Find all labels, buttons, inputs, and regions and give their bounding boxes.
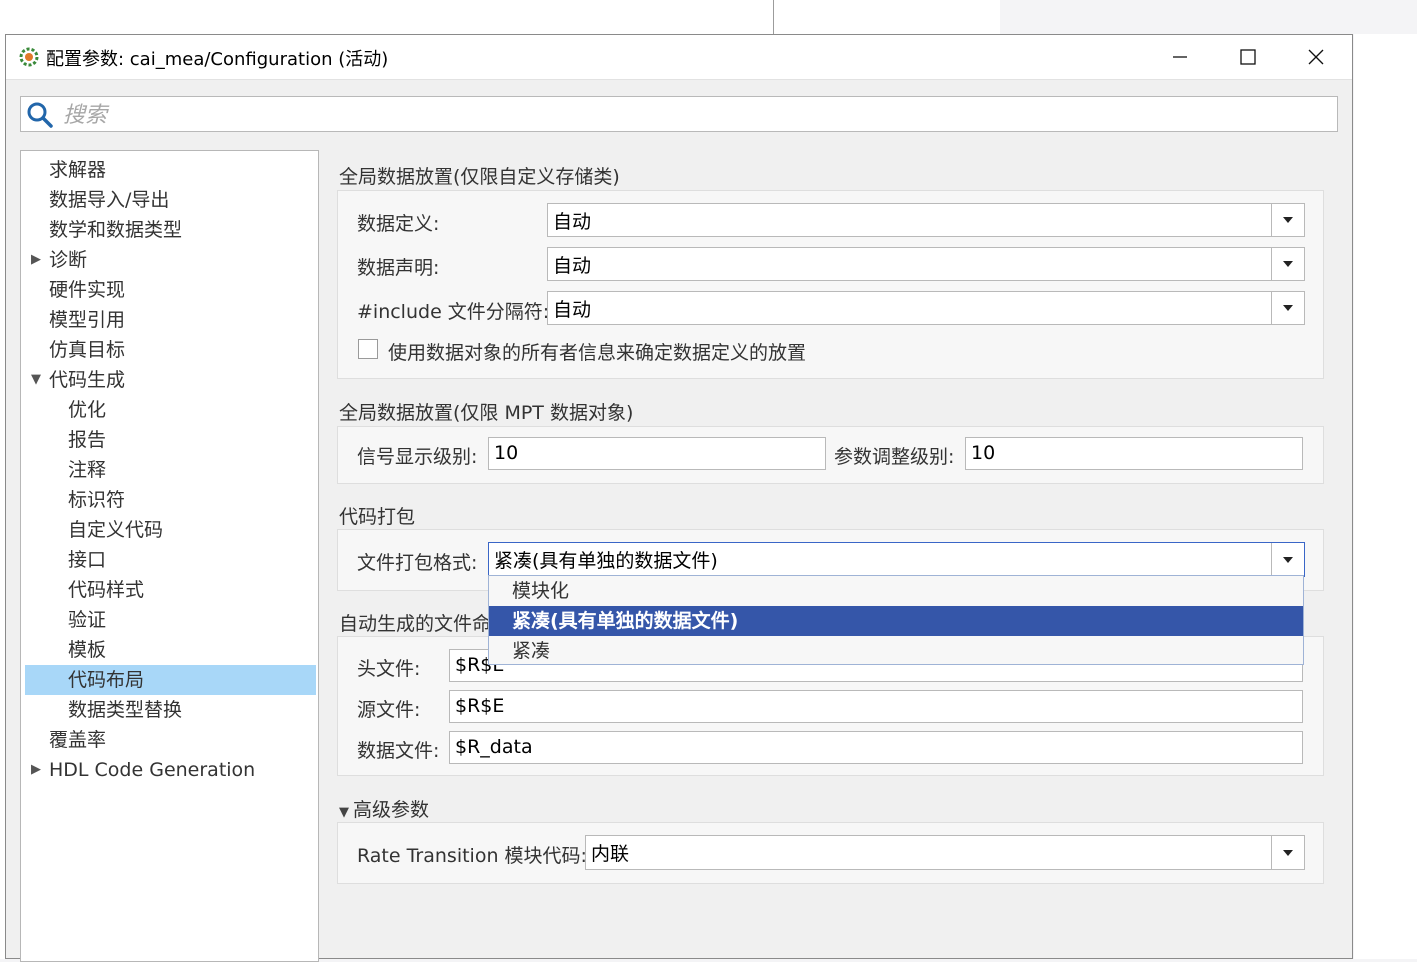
- param-level-input[interactable]: 10: [965, 437, 1303, 470]
- include-separator-label: #include 文件分隔符:: [357, 301, 550, 323]
- maximize-icon: [1240, 49, 1256, 65]
- section-title-mpt-placement: 全局数据放置(仅限 MPT 数据对象): [339, 402, 634, 424]
- background-right-area: [1354, 34, 1417, 959]
- tree-item-data-import-export[interactable]: 数据导入/导出: [25, 185, 316, 215]
- config-params-dialog: 配置参数: cai_mea/Configuration (活动) 求解器 数据导…: [5, 34, 1353, 962]
- signal-level-label: 信号显示级别:: [357, 446, 478, 468]
- section-title-global-placement: 全局数据放置(仅限自定义存储类): [339, 166, 620, 188]
- section-title-code-packaging: 代码打包: [339, 506, 416, 528]
- tree-item-code-generation[interactable]: ▼ 代码生成: [25, 365, 316, 395]
- tree-item-hardware[interactable]: 硬件实现: [25, 275, 316, 305]
- dropdown-arrow-icon[interactable]: [1271, 292, 1304, 324]
- tree-item-report[interactable]: 报告: [25, 425, 316, 455]
- tree-item-diagnostics[interactable]: ▶ 诊断: [25, 245, 316, 275]
- collapse-arrow-icon[interactable]: ▼: [339, 805, 349, 820]
- tree-item-hdl-code-generation[interactable]: ▶ HDL Code Generation: [25, 755, 316, 785]
- search-box[interactable]: [20, 96, 1338, 132]
- section-title-advanced[interactable]: ▼ 高级参数: [339, 795, 429, 822]
- file-format-select[interactable]: 紧凑(具有单独的数据文件): [488, 542, 1305, 577]
- data-file-label: 数据文件:: [357, 740, 440, 762]
- owner-info-checkbox-label[interactable]: 使用数据对象的所有者信息来确定数据定义的放置: [388, 338, 806, 365]
- rate-transition-select[interactable]: 内联: [585, 835, 1305, 870]
- header-file-label: 头文件:: [357, 658, 421, 680]
- search-input[interactable]: [61, 99, 1325, 131]
- window-title: 配置参数: cai_mea/Configuration (活动): [46, 49, 389, 70]
- dropdown-arrow-icon[interactable]: [1271, 543, 1304, 576]
- expand-arrow-icon[interactable]: ▶: [31, 245, 41, 275]
- tree-item-custom-code[interactable]: 自定义代码: [25, 515, 316, 545]
- tree-item-data-type-replacement[interactable]: 数据类型替换: [25, 695, 316, 725]
- source-file-label: 源文件:: [357, 699, 421, 721]
- dropdown-arrow-icon[interactable]: [1271, 836, 1304, 869]
- file-format-label: 文件打包格式:: [357, 552, 478, 574]
- close-button[interactable]: [1282, 35, 1350, 79]
- data-definition-label: 数据定义:: [357, 213, 440, 235]
- include-separator-select[interactable]: 自动: [547, 291, 1305, 325]
- simulink-gear-icon: [19, 47, 39, 67]
- minimize-button[interactable]: [1146, 35, 1214, 79]
- tree-item-identifiers[interactable]: 标识符: [25, 485, 316, 515]
- title-bar[interactable]: 配置参数: cai_mea/Configuration (活动): [6, 35, 1352, 80]
- tree-item-comments[interactable]: 注释: [25, 455, 316, 485]
- data-declaration-label: 数据声明:: [357, 257, 440, 279]
- owner-info-checkbox[interactable]: [358, 339, 378, 359]
- background-document: [0, 0, 1000, 35]
- dropdown-option-modular[interactable]: 模块化: [489, 576, 1303, 606]
- section-title-generated-files: 自动生成的文件命: [339, 613, 492, 635]
- tree-item-model-referencing[interactable]: 模型引用: [25, 305, 316, 335]
- tree-item-math-data-types[interactable]: 数学和数据类型: [25, 215, 316, 245]
- maximize-button[interactable]: [1214, 35, 1282, 79]
- tree-item-optimization[interactable]: 优化: [25, 395, 316, 425]
- close-icon: [1308, 49, 1324, 65]
- data-definition-select[interactable]: 自动: [547, 203, 1305, 237]
- background-divider: [773, 0, 774, 34]
- data-declaration-select[interactable]: 自动: [547, 247, 1305, 281]
- minimize-icon: [1173, 56, 1187, 58]
- tree-item-code-placement[interactable]: 代码布局: [25, 665, 316, 695]
- source-file-input[interactable]: $R$E: [449, 690, 1303, 723]
- dropdown-option-compact-separate-data[interactable]: 紧凑(具有单独的数据文件): [489, 606, 1303, 636]
- tree-item-verification[interactable]: 验证: [25, 605, 316, 635]
- tree-item-coverage[interactable]: 覆盖率: [25, 725, 316, 755]
- tree-item-code-style[interactable]: 代码样式: [25, 575, 316, 605]
- data-file-input[interactable]: $R_data: [449, 731, 1303, 764]
- signal-level-input[interactable]: 10: [488, 437, 826, 470]
- collapse-arrow-icon[interactable]: ▼: [31, 365, 41, 395]
- param-level-label: 参数调整级别:: [834, 446, 955, 468]
- rate-transition-label: Rate Transition 模块代码:: [357, 845, 587, 867]
- expand-arrow-icon[interactable]: ▶: [31, 755, 41, 785]
- tree-item-simulation-target[interactable]: 仿真目标: [25, 335, 316, 365]
- dropdown-arrow-icon[interactable]: [1271, 204, 1304, 236]
- search-icon: [27, 102, 53, 128]
- file-format-dropdown-list: 模块化 紧凑(具有单独的数据文件) 紧凑: [488, 575, 1304, 665]
- tree-item-interface[interactable]: 接口: [25, 545, 316, 575]
- dropdown-arrow-icon[interactable]: [1271, 248, 1304, 280]
- tree-item-solver[interactable]: 求解器: [25, 155, 316, 185]
- tree-item-templates[interactable]: 模板: [25, 635, 316, 665]
- category-tree[interactable]: 求解器 数据导入/导出 数学和数据类型 ▶ 诊断 硬件实现 模型引用 仿真目标 ▼…: [20, 150, 319, 962]
- dropdown-option-compact[interactable]: 紧凑: [489, 636, 1303, 666]
